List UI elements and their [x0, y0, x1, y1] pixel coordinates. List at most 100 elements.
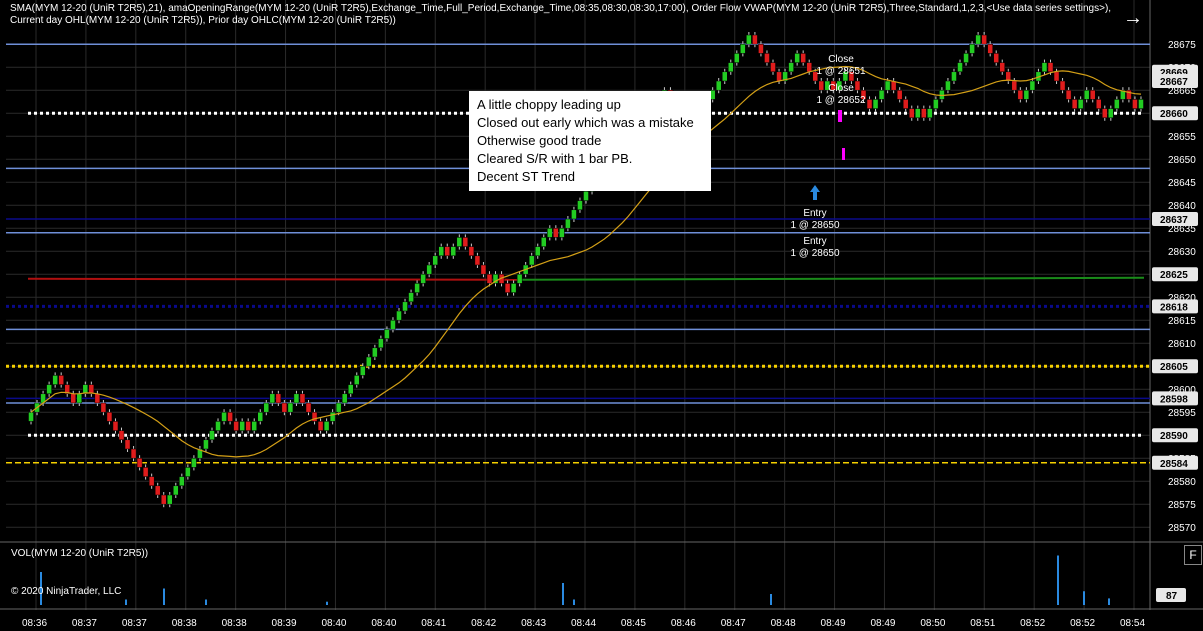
candle [468, 246, 475, 257]
price-label: 28660 [1160, 109, 1188, 120]
candle [728, 62, 734, 73]
exit-marker [842, 148, 845, 160]
candle [136, 457, 143, 468]
candle [571, 209, 577, 220]
candle [1095, 99, 1102, 109]
y-tick-label: 28595 [1168, 408, 1196, 419]
candle [1053, 71, 1060, 82]
entry-trade-label: Entry [803, 236, 826, 247]
candle [462, 237, 469, 247]
candle [269, 393, 276, 404]
candle [878, 89, 885, 100]
candle [794, 53, 800, 63]
candle [993, 53, 999, 63]
x-tick-label: 08:37 [72, 618, 97, 629]
candle [221, 411, 227, 422]
volume-bar [205, 599, 207, 605]
note-line: Decent ST Trend [477, 169, 576, 184]
candle [408, 292, 414, 303]
y-tick-label: 28650 [1168, 155, 1196, 166]
y-tick-label: 28575 [1168, 500, 1196, 511]
candle [28, 411, 34, 422]
candle [275, 393, 282, 404]
x-tick-label: 08:43 [521, 618, 546, 629]
y-tick-label: 28645 [1168, 178, 1196, 189]
candle [444, 246, 451, 257]
entry-trade-label: 1 @ 28650 [790, 220, 840, 231]
y-tick-label: 28655 [1168, 132, 1196, 143]
entry-trade-label: Entry [803, 208, 826, 219]
candle [1041, 62, 1048, 73]
candle [402, 301, 408, 312]
candle [317, 421, 324, 431]
candle [263, 402, 270, 413]
note-line: A little choppy leading up [477, 97, 621, 112]
candle [384, 329, 390, 339]
candle [1017, 89, 1024, 100]
candle [510, 283, 517, 293]
candle [896, 89, 903, 100]
candle [1132, 99, 1138, 109]
candle [46, 384, 52, 395]
candle [227, 411, 233, 422]
arrow-right-icon[interactable]: → [1122, 7, 1144, 29]
note-line: Closed out early which was a mistake [477, 115, 694, 130]
candle [945, 80, 951, 91]
candle [1059, 80, 1066, 91]
candle [70, 393, 77, 404]
candle [1023, 89, 1030, 100]
candle [902, 99, 909, 109]
x-tick-label: 08:51 [970, 618, 995, 629]
candle [372, 347, 378, 358]
volume-bar [125, 599, 127, 605]
candle [1065, 89, 1072, 100]
candle [287, 402, 294, 413]
candle [854, 80, 861, 91]
candle [987, 43, 993, 54]
candle [480, 264, 487, 275]
x-tick-label: 08:40 [321, 618, 346, 629]
volume-label: VOL(MYM 12-20 (UniR T2R5)) [11, 548, 149, 559]
price-label: 28637 [1160, 215, 1188, 226]
chart-window: 08:36 08:37 08:37 08:38 08:38 08:39 08:40 08:40… [0, 0, 1203, 631]
candle [215, 421, 221, 431]
volume-f-button[interactable]: F [1184, 545, 1202, 565]
x-tick-label: 08:40 [371, 618, 396, 629]
volume-bar [163, 588, 165, 605]
candle [100, 402, 107, 413]
x-tick-label: 08:39 [272, 618, 297, 629]
close-trade-label: Close [828, 83, 854, 94]
candle [1029, 80, 1036, 91]
candle [390, 319, 396, 330]
candle [239, 421, 245, 431]
x-tick-label: 08:48 [771, 618, 796, 629]
candle [534, 246, 541, 257]
candle [1011, 80, 1018, 91]
candle [872, 99, 879, 109]
y-tick-label: 28630 [1168, 247, 1196, 258]
candle [185, 467, 191, 477]
candle [1077, 99, 1084, 109]
x-tick-label: 08:49 [821, 618, 846, 629]
price-label: 28667 [1160, 77, 1188, 88]
candle [788, 62, 794, 73]
x-tick-label: 08:45 [621, 618, 646, 629]
price-label: 28618 [1160, 302, 1188, 313]
candle [999, 62, 1006, 73]
price-label: 28590 [1160, 431, 1188, 442]
candle [257, 411, 264, 422]
candle [426, 264, 432, 275]
candle [734, 53, 740, 63]
candle [516, 273, 523, 284]
y-tick-label: 28570 [1168, 523, 1196, 534]
volume-bar [562, 583, 564, 605]
candle [764, 53, 770, 63]
candle [323, 421, 330, 431]
candle [963, 53, 969, 63]
candle [173, 485, 179, 496]
candle [281, 402, 288, 413]
note-box: A little choppy leading up Closed out ea… [469, 91, 711, 191]
copyright: © 2020 NinjaTrader, LLC [11, 586, 122, 597]
candle [752, 34, 758, 45]
exit-marker [838, 110, 842, 122]
